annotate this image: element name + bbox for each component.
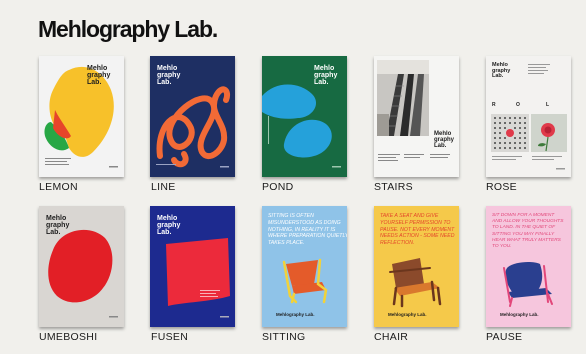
poster-brand: Mehlo graphy Lab. xyxy=(46,215,70,236)
poster-text: SIT DOWN FOR A MOMENT AND ALLOW YOUR THO… xyxy=(492,213,564,250)
page-title: Mehlography Lab. xyxy=(38,16,218,42)
poster-pause[interactable]: SIT DOWN FOR A MOMENT AND ALLOW YOUR THO… xyxy=(486,206,571,327)
poster-sitting[interactable]: SITTING IS OFTEN MISUNDERSTOOD AS DOING … xyxy=(262,206,347,327)
poster-caption: LINE xyxy=(151,181,176,193)
poster-text: TAKE A SEAT AND GIVE YOURSELF PERMISSION… xyxy=(380,213,455,247)
poster-caption: CHAIR xyxy=(374,331,409,343)
stairs-photo xyxy=(377,60,450,161)
poster-caption: UMEBOSHI xyxy=(39,331,98,343)
poster-brand: Mehlo graphy Lab. xyxy=(157,215,181,236)
poster-caption: ROSE xyxy=(486,181,517,193)
poster-caption: SITTING xyxy=(262,331,306,343)
poster-caption: POND xyxy=(262,181,294,193)
svg-text:L: L xyxy=(546,102,549,108)
poster-brand: Mehlography Lab. xyxy=(276,312,315,317)
poster-caption: STAIRS xyxy=(374,181,413,193)
poster-line[interactable]: Mehlo graphy Lab. xyxy=(150,56,235,177)
poster-fusen[interactable]: Mehlo graphy Lab. xyxy=(150,206,235,327)
poster-pond[interactable]: Mehlo graphy Lab. xyxy=(262,56,347,177)
lemon-shapes xyxy=(44,66,118,168)
svg-text:R: R xyxy=(492,102,496,108)
poster-chair[interactable]: TAKE A SEAT AND GIVE YOURSELF PERMISSION… xyxy=(374,206,459,327)
poster-brand: Mehlo graphy Lab. xyxy=(87,65,111,86)
poster-brand: Mehlography Lab. xyxy=(500,312,539,317)
poster-brand: Mehlo graphy Lab. xyxy=(314,65,338,86)
poster-stairs[interactable]: Mehlo graphy Lab. xyxy=(374,56,459,177)
poster-caption: LEMON xyxy=(39,181,78,193)
poster-rose[interactable]: R O L Mehlo graphy Lab. xyxy=(486,56,571,177)
poster-umeboshi[interactable]: Mehlo graphy Lab. xyxy=(39,206,124,327)
poster-caption: FUSEN xyxy=(151,331,189,343)
poster-brand: Mehlo graphy Lab. xyxy=(434,131,455,149)
poster-lemon[interactable]: Mehlo graphy Lab. xyxy=(39,56,124,177)
poster-caption: PAUSE xyxy=(486,331,523,343)
poster-brand: Mehlo graphy Lab. xyxy=(157,65,181,86)
poster-brand: Mehlography Lab. xyxy=(388,312,427,317)
svg-text:O: O xyxy=(516,102,520,108)
poster-text: SITTING IS OFTEN MISUNDERSTOOD AS DOING … xyxy=(268,213,347,247)
gallery-page: Mehlography Lab. Mehlo graphy Lab. Mehlo… xyxy=(0,0,586,354)
poster-brand: Mehlo graphy Lab. xyxy=(492,62,511,79)
